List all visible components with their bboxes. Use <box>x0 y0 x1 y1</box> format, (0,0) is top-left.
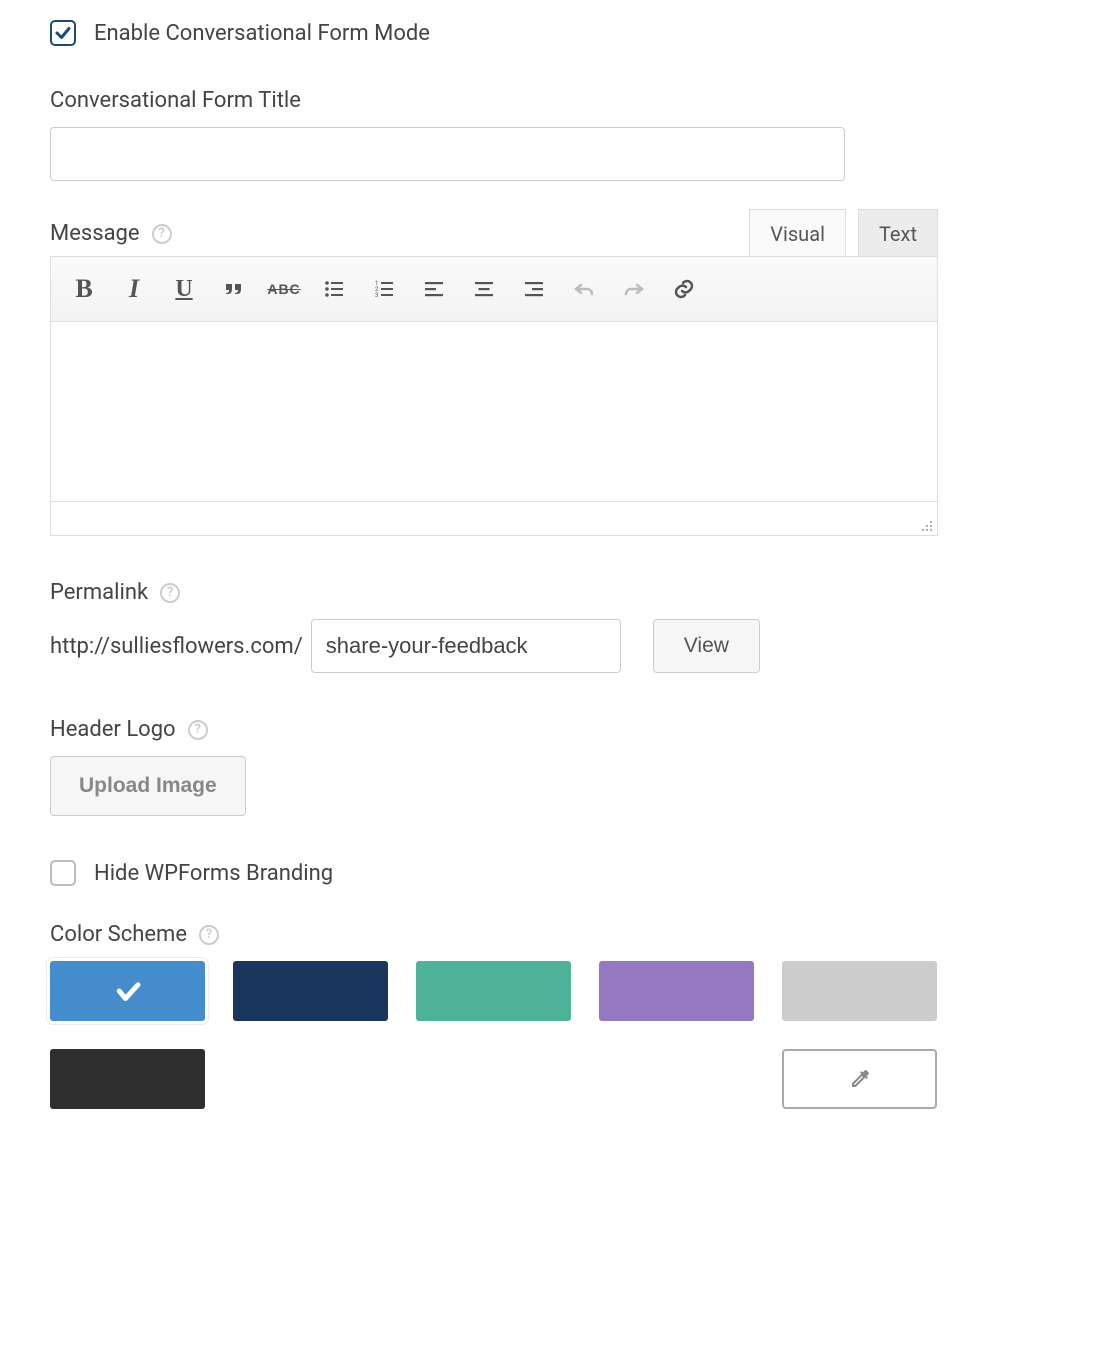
color-swatch-0[interactable] <box>50 961 205 1021</box>
underline-button[interactable]: U <box>159 269 209 309</box>
permalink-label: Permalink <box>50 580 148 605</box>
eyedropper-icon <box>848 1067 872 1091</box>
svg-text:3: 3 <box>375 292 378 299</box>
align-right-icon <box>522 277 546 301</box>
color-scheme-label: Color Scheme <box>50 922 187 947</box>
color-scheme-label-row: Color Scheme ? <box>50 922 1066 947</box>
tab-text[interactable]: Text <box>858 209 938 256</box>
editor-tabs: Visual Text <box>749 209 938 256</box>
enable-conversational-checkbox[interactable] <box>50 20 76 46</box>
form-title-field: Conversational Form Title <box>50 88 1066 181</box>
header-logo-label-row: Header Logo ? <box>50 717 1066 742</box>
link-icon <box>672 277 696 301</box>
message-label-row: Message ? <box>50 221 172 246</box>
hide-branding-label: Hide WPForms Branding <box>94 861 333 886</box>
header-logo-label: Header Logo <box>50 717 176 742</box>
editor-statusbar <box>50 502 938 536</box>
permalink-label-row: Permalink ? <box>50 580 1066 605</box>
align-left-button[interactable] <box>409 269 459 309</box>
form-title-input[interactable] <box>50 127 845 181</box>
help-icon[interactable]: ? <box>188 720 208 740</box>
align-center-icon <box>472 277 496 301</box>
form-title-label-row: Conversational Form Title <box>50 88 1066 113</box>
permalink-base: http://sulliesflowers.com/ <box>50 634 303 659</box>
quote-icon <box>222 277 246 301</box>
upload-image-button[interactable]: Upload Image <box>50 756 246 816</box>
view-button[interactable]: View <box>653 619 760 673</box>
color-swatch-1[interactable] <box>233 961 388 1021</box>
undo-button[interactable] <box>559 269 609 309</box>
bulleted-list-button[interactable] <box>309 269 359 309</box>
help-icon[interactable]: ? <box>160 583 180 603</box>
italic-button[interactable]: I <box>109 269 159 309</box>
resize-handle[interactable] <box>919 517 933 531</box>
redo-icon <box>622 277 646 301</box>
align-center-button[interactable] <box>459 269 509 309</box>
link-button[interactable] <box>659 269 709 309</box>
permalink-row: http://sulliesflowers.com/ View <box>50 619 1066 673</box>
message-label: Message <box>50 221 140 246</box>
help-icon[interactable]: ? <box>199 925 219 945</box>
bold-button[interactable]: B <box>59 269 109 309</box>
hide-branding-row: Hide WPForms Branding <box>50 860 1066 886</box>
color-swatch-2[interactable] <box>416 961 571 1021</box>
enable-conversational-row: Enable Conversational Form Mode <box>50 20 1066 46</box>
resize-grip-icon <box>919 518 933 532</box>
redo-button[interactable] <box>609 269 659 309</box>
numbered-list-icon: 123 <box>372 277 396 301</box>
align-left-icon <box>422 277 446 301</box>
color-swatch-4[interactable] <box>782 961 937 1021</box>
permalink-slug-input[interactable] <box>311 619 621 673</box>
blockquote-button[interactable] <box>209 269 259 309</box>
color-swatch-5[interactable] <box>50 1049 205 1109</box>
enable-conversational-label: Enable Conversational Form Mode <box>94 21 430 46</box>
bullet-list-icon <box>322 277 346 301</box>
help-icon[interactable]: ? <box>152 224 172 244</box>
numbered-list-button[interactable]: 123 <box>359 269 409 309</box>
hide-branding-checkbox[interactable] <box>50 860 76 886</box>
check-icon <box>54 24 72 42</box>
strikethrough-button[interactable]: ABC <box>259 269 309 309</box>
tab-visual[interactable]: Visual <box>749 209 846 256</box>
color-scheme-grid <box>50 961 990 1109</box>
form-title-label: Conversational Form Title <box>50 88 301 113</box>
align-right-button[interactable] <box>509 269 559 309</box>
custom-color-picker[interactable] <box>782 1049 937 1109</box>
message-editor: Message ? Visual Text B I U ABC 123 <box>50 209 938 536</box>
message-textarea[interactable] <box>50 322 938 502</box>
check-icon <box>113 976 143 1006</box>
color-swatch-3[interactable] <box>599 961 754 1021</box>
undo-icon <box>572 277 596 301</box>
editor-toolbar: B I U ABC 123 <box>50 256 938 322</box>
